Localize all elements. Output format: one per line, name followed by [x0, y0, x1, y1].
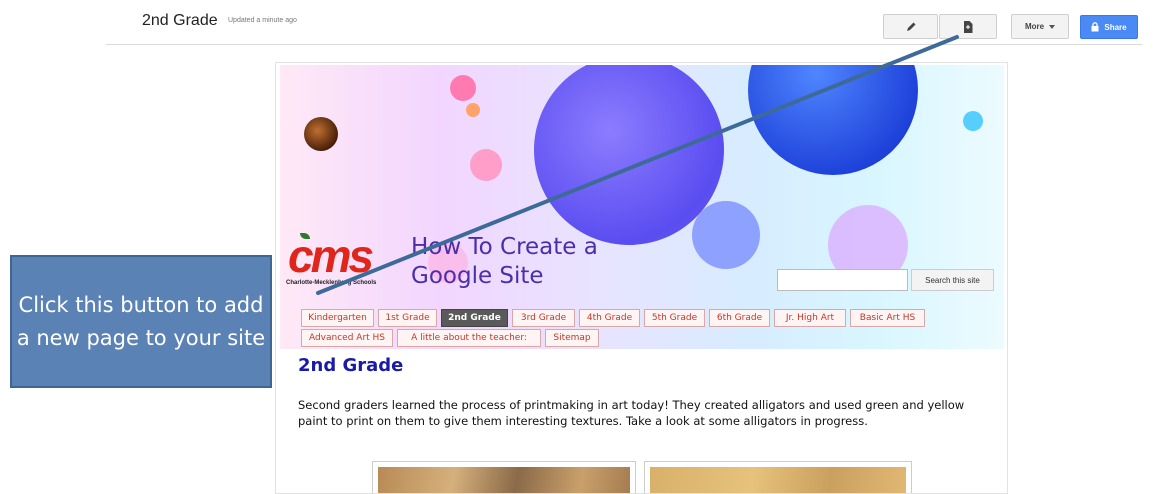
tab-basic-art-hs[interactable]: Basic Art HS	[850, 309, 925, 327]
bubble-decoration	[748, 65, 918, 175]
pencil-icon	[906, 22, 915, 31]
photo-alligators-1[interactable]	[372, 461, 636, 493]
bubble-decoration	[963, 111, 983, 131]
bubble-decoration	[466, 103, 480, 117]
bubble-decoration	[304, 117, 338, 151]
tab-kindergarten[interactable]: Kindergarten	[301, 309, 374, 327]
page-body-text: Second graders learned the process of pr…	[298, 398, 965, 428]
edit-page-button[interactable]	[883, 14, 938, 39]
site-name: How To Create a Google Site	[411, 233, 598, 291]
site-preview: cms Charlotte-Mecklenburg Schools How To…	[275, 62, 1008, 494]
bubble-decoration	[450, 75, 476, 101]
page-title: 2nd Grade	[142, 12, 218, 29]
tab-jr-high-art[interactable]: Jr. High Art	[774, 309, 846, 327]
page-heading: 2nd Grade	[298, 355, 404, 376]
tab-5th-grade[interactable]: 5th Grade	[644, 309, 705, 327]
divider	[106, 44, 1142, 45]
tab-sitemap[interactable]: Sitemap	[545, 329, 599, 347]
tab-about-teacher[interactable]: A little about the teacher:	[397, 329, 541, 347]
tab-advanced-art-hs[interactable]: Advanced Art HS	[301, 329, 393, 347]
lock-icon	[1091, 22, 1099, 32]
share-button[interactable]: Share	[1080, 15, 1138, 39]
share-label: Share	[1104, 22, 1127, 32]
site-name-line1: How To Create a	[411, 234, 598, 260]
top-bar: 2nd Grade Updated a minute ago More Shar…	[0, 0, 1175, 46]
cms-logo: cms Charlotte-Mecklenburg Schools	[286, 230, 377, 286]
bubble-decoration	[692, 201, 760, 269]
site-header-banner: cms Charlotte-Mecklenburg Schools How To…	[280, 65, 1004, 349]
tab-3rd-grade[interactable]: 3rd Grade	[512, 309, 575, 327]
tab-4th-grade[interactable]: 4th Grade	[579, 309, 640, 327]
tab-2nd-grade[interactable]: 2nd Grade	[441, 309, 508, 327]
search-button[interactable]: Search this site	[911, 269, 994, 291]
more-button[interactable]: More	[1011, 14, 1069, 39]
photo-alligators-2[interactable]	[644, 461, 912, 493]
new-page-button[interactable]	[939, 14, 997, 39]
tab-6th-grade[interactable]: 6th Grade	[709, 309, 770, 327]
instruction-callout: Click this button to add a new page to y…	[10, 255, 272, 388]
site-name-line2: Google Site	[411, 263, 544, 289]
bubble-decoration	[470, 149, 502, 181]
search-input[interactable]	[777, 269, 908, 291]
new-page-icon	[964, 20, 973, 33]
tab-1st-grade[interactable]: 1st Grade	[378, 309, 437, 327]
caret-down-icon	[1049, 24, 1056, 29]
more-label: More	[1024, 22, 1045, 31]
updated-status: Updated a minute ago	[228, 17, 297, 24]
